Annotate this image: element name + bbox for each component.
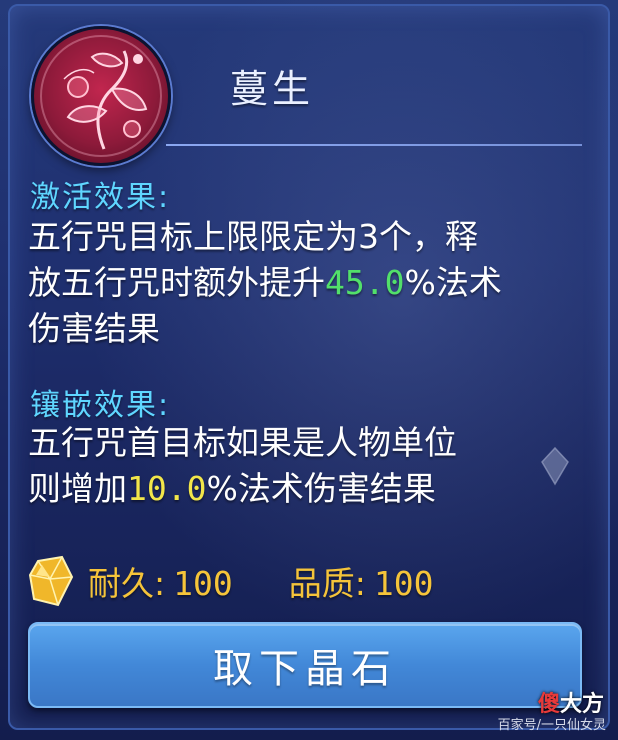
quality-value: 100 xyxy=(373,564,434,603)
activation-line-2: 放五行咒时额外提升45.0%法术 xyxy=(28,263,502,302)
remove-crystal-button[interactable]: 取下晶石 xyxy=(28,622,582,708)
inlay-bonus-value: 10.0 xyxy=(127,469,207,508)
item-name: 蔓生 xyxy=(230,67,315,111)
activation-line-3: 伤害结果 xyxy=(28,309,160,348)
inlay-title: 镶嵌效果: xyxy=(30,388,171,423)
remove-crystal-label: 取下晶石 xyxy=(213,646,397,692)
inlay-description: 五行咒首目标如果是人物单位 则增加10.0%法术伤害结果 xyxy=(28,420,588,512)
quality-stat: 品质: 100 xyxy=(288,564,434,603)
durability-value: 100 xyxy=(173,564,233,603)
stats-row: 耐久: 100 品质: 100 xyxy=(28,555,434,607)
vine-rune-icon xyxy=(31,26,171,166)
watermark-source: 百家号/一只仙女灵 xyxy=(497,718,606,733)
activation-title: 激活效果: xyxy=(30,180,171,215)
crystal-icon xyxy=(28,555,74,607)
durability-stat: 耐久: 100 xyxy=(88,564,233,603)
gem-decoration-icon xyxy=(541,446,569,486)
crystal-detail-panel: 蔓生 激活效果: 五行咒目标上限限定为3个，释 放五行咒时额外提升45.0%法术… xyxy=(0,0,618,740)
activation-bonus-value: 45.0 xyxy=(325,263,405,302)
inlay-line-1: 五行咒首目标如果是人物单位 xyxy=(28,423,457,462)
activation-line-1: 五行咒目标上限限定为3个，释 xyxy=(28,217,478,256)
inlay-line-2: 则增加10.0%法术伤害结果 xyxy=(28,469,436,508)
activation-description: 五行咒目标上限限定为3个，释 放五行咒时额外提升45.0%法术 伤害结果 xyxy=(28,214,588,352)
title-divider xyxy=(166,144,582,146)
